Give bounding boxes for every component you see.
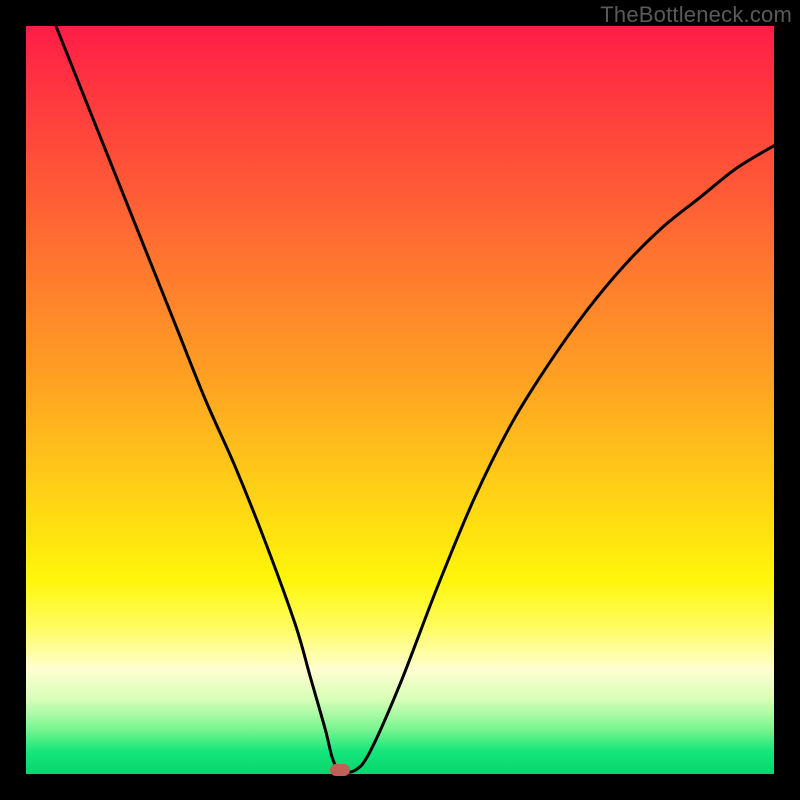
bottleneck-curve (26, 26, 774, 774)
optimum-marker (330, 764, 350, 776)
plot-area (26, 26, 774, 774)
watermark-text: TheBottleneck.com (600, 2, 792, 28)
chart-frame: TheBottleneck.com (0, 0, 800, 800)
